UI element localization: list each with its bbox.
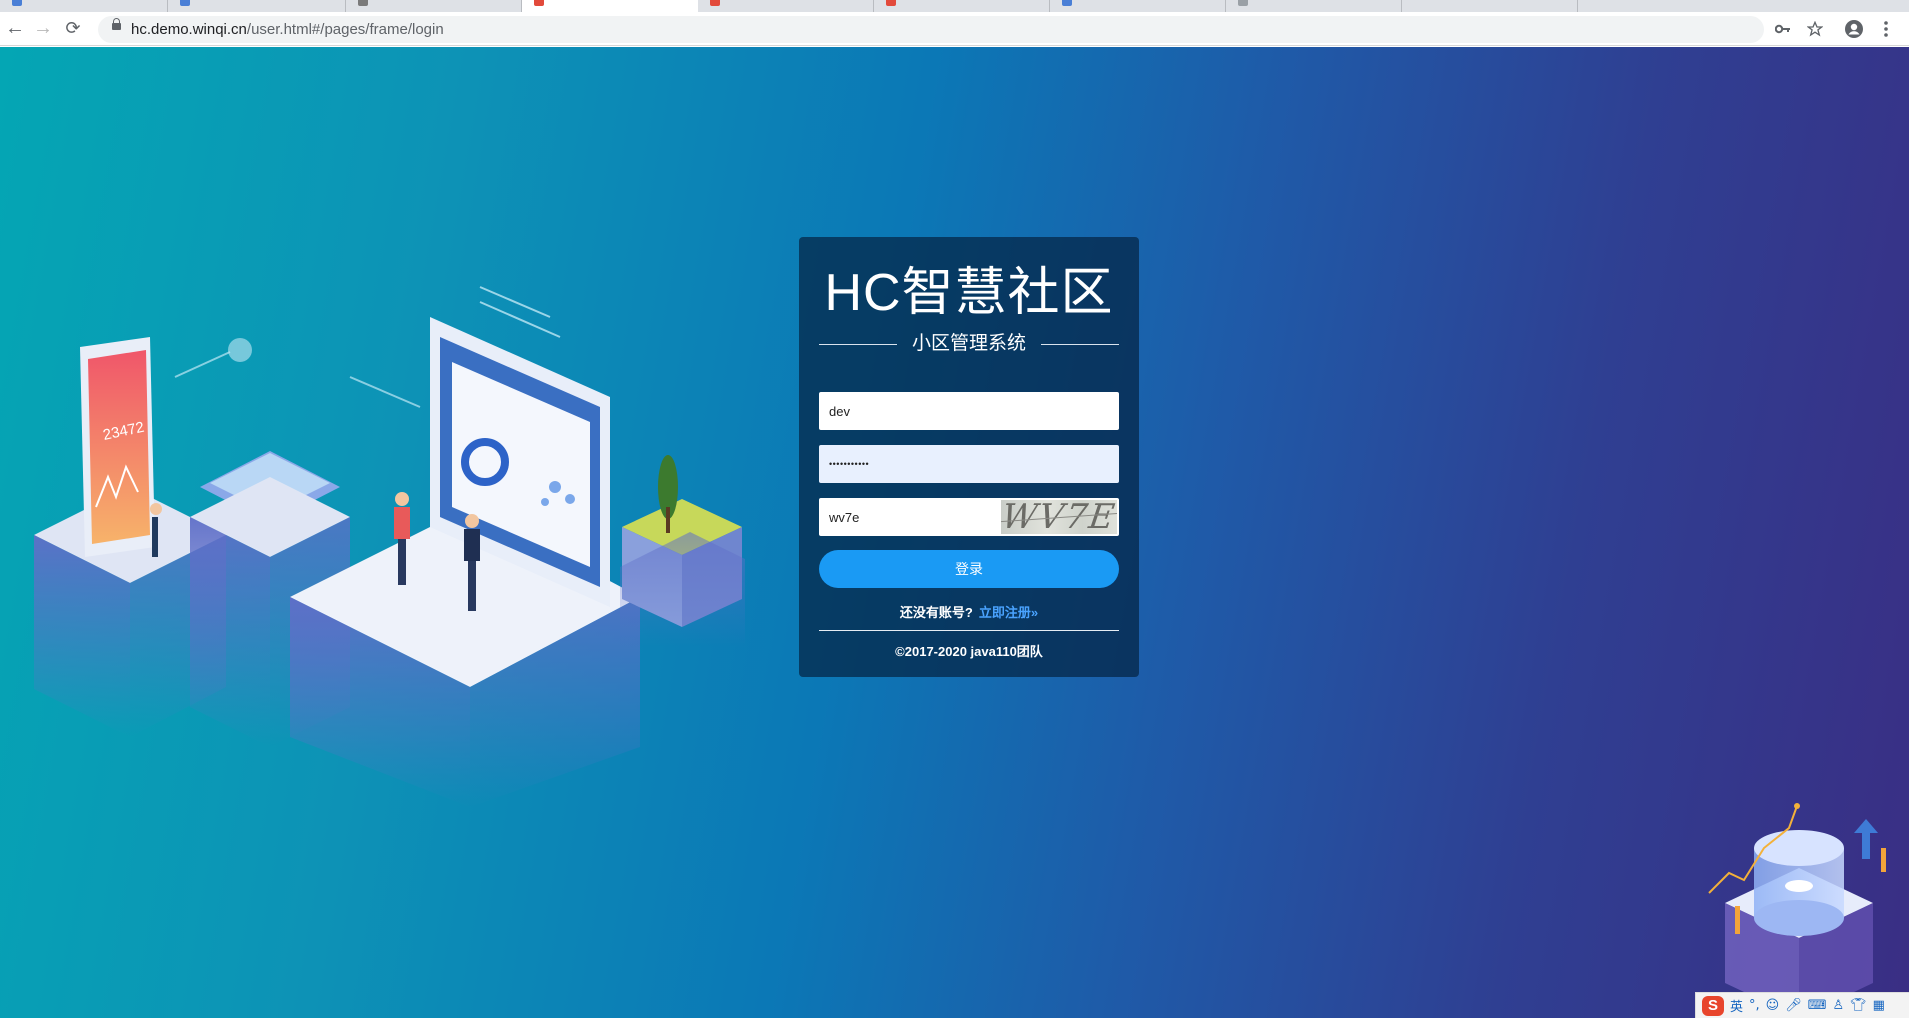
url-host: hc.demo.winqi.cn [131, 21, 247, 38]
forward-arrow-icon[interactable]: → [30, 15, 56, 41]
browser-tab[interactable] [1050, 0, 1226, 12]
copyright-text: ©2017-2020 java110团队 [895, 644, 1043, 659]
tab-favicon-icon [12, 0, 22, 6]
register-link[interactable]: 立即注册» [979, 605, 1038, 620]
user-icon[interactable]: ♙ [1833, 998, 1845, 1013]
captcha-image-text: WV7E [1001, 500, 1117, 534]
browser-tab-active[interactable] [522, 0, 698, 12]
corner-illustration [1708, 803, 1886, 1018]
login-card: HC智慧社区 小区管理系统 ••••••••••• WV7E 登录 还没有账号?… [799, 237, 1139, 677]
ime-toolbar[interactable]: S 英 °, ☺ 🎤︎ ⌨ ♙ 👕︎ ▦ [1695, 992, 1909, 1018]
divider-line [1041, 344, 1119, 345]
account-icon[interactable] [1842, 16, 1866, 42]
tab-favicon-icon [886, 0, 896, 6]
grid-icon[interactable]: ▦ [1873, 998, 1885, 1013]
city-illustration: 23472 [34, 286, 745, 807]
url-path: /user.html#/pages/frame/login [246, 21, 444, 38]
menu-dots-icon[interactable] [1876, 16, 1896, 42]
tab-favicon-icon [358, 0, 368, 6]
keyboard-icon[interactable]: ⌨ [1808, 998, 1827, 1013]
footer-divider [819, 630, 1119, 631]
captcha-field: WV7E [819, 498, 1119, 536]
subtitle-row: 小区管理系统 [819, 333, 1119, 355]
no-account-text: 还没有账号? [899, 605, 973, 620]
captcha-input[interactable] [819, 498, 999, 536]
sogou-logo-icon[interactable]: S [1702, 995, 1724, 1016]
tab-favicon-icon [1062, 0, 1072, 6]
microphone-icon[interactable]: 🎤︎ [1785, 998, 1802, 1013]
address-bar[interactable]: hc.demo.winqi.cn/user.html#/pages/frame/… [98, 16, 1764, 43]
browser-toolbar: ← → ⟳ hc.demo.winqi.cn/user.html#/pages/… [0, 12, 1909, 46]
browser-tab[interactable] [1226, 0, 1402, 12]
emoji-icon[interactable]: ☺ [1766, 998, 1780, 1013]
skin-icon[interactable]: 👕︎ [1850, 998, 1867, 1013]
ime-punctuation[interactable]: °, [1749, 998, 1760, 1013]
url-text[interactable]: hc.demo.winqi.cn/user.html#/pages/frame/… [131, 21, 444, 38]
tab-favicon-icon [180, 0, 190, 6]
tab-favicon-icon [534, 0, 544, 6]
browser-tab[interactable] [1402, 0, 1578, 12]
app-title: HC智慧社区 [824, 264, 1114, 322]
tab-strip [0, 0, 1909, 12]
browser-tab[interactable] [0, 0, 168, 12]
register-row: 还没有账号? 立即注册» [799, 602, 1139, 621]
browser-tab[interactable] [168, 0, 346, 12]
password-mask: ••••••••••• [829, 459, 870, 469]
browser-tab[interactable] [346, 0, 522, 12]
tab-favicon-icon [1238, 0, 1248, 6]
key-icon[interactable] [1771, 16, 1795, 42]
star-icon[interactable] [1803, 16, 1827, 42]
login-page: 23472 HC智慧社区 小区管理系统 dev ••••••••••• wv7e… [0, 47, 1909, 1018]
username-input[interactable] [819, 392, 1119, 430]
login-button[interactable]: 登录 [819, 550, 1119, 588]
reload-icon[interactable]: ⟳ [60, 15, 86, 41]
captcha-image[interactable]: WV7E [1001, 500, 1117, 534]
ime-mode-label[interactable]: 英 [1730, 996, 1743, 1015]
lock-icon [112, 18, 121, 30]
tab-favicon-icon [710, 0, 720, 6]
browser-tab[interactable] [874, 0, 1050, 12]
browser-tab[interactable] [698, 0, 874, 12]
back-arrow-icon[interactable]: ← [2, 15, 28, 41]
